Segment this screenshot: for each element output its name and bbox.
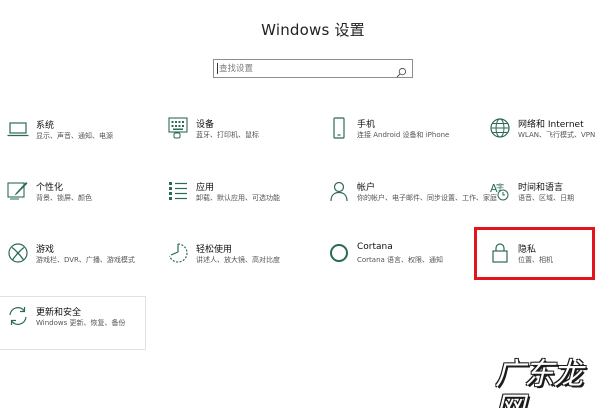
watermark: 广东龙网 — [495, 357, 583, 408]
tile-description: 你的帐户、电子邮件、同步设置、工作、家庭 — [357, 194, 497, 202]
text-caret — [217, 63, 218, 74]
tile-apps[interactable]: 应用 卸载、默认应用、可选功能 — [164, 180, 309, 230]
tile-network[interactable]: 网络和 Internet WLAN、飞行模式、VPN — [486, 117, 600, 167]
tile-title: 个性化 — [36, 183, 64, 193]
tile-description: 蓝牙、打印机、鼠标 — [196, 131, 259, 139]
tile-devices[interactable]: 设备 蓝牙、打印机、鼠标 — [164, 117, 309, 167]
tile-title: 更新和安全 — [36, 308, 82, 318]
tile-system[interactable]: 系统 显示、声音、通知、电源 — [4, 118, 149, 168]
search-placeholder: 查找设置 — [219, 64, 254, 74]
cortana-icon — [328, 242, 350, 264]
search-icon[interactable] — [396, 63, 407, 78]
page-title: Windows 设置 — [261, 21, 365, 39]
paintbrush-icon — [7, 180, 29, 202]
privacy-highlight-box — [474, 227, 595, 280]
time-language-icon: A字 — [489, 180, 511, 202]
xbox-icon — [7, 242, 29, 264]
tile-phone[interactable]: 手机 连接 Android 设备和 iPhone — [325, 117, 470, 167]
tile-personalization[interactable]: 个性化 背景、锁屏、颜色 — [4, 180, 149, 230]
tile-update-security[interactable]: 更新和安全 Windows 更新、恢复、备份 — [4, 305, 149, 355]
tile-title: 游戏 — [36, 245, 55, 255]
tile-description: WLAN、飞行模式、VPN — [518, 131, 596, 139]
tile-title: 轻松使用 — [196, 245, 233, 255]
tile-title: 手机 — [357, 120, 376, 130]
tile-title: 时间和语言 — [518, 183, 564, 193]
tile-ease-of-access[interactable]: 轻松使用 讲述人、放大镜、高对比度 — [164, 242, 309, 292]
tile-title: 系统 — [36, 121, 55, 131]
laptop-icon — [7, 118, 29, 140]
tile-description: 卸载、默认应用、可选功能 — [196, 194, 280, 202]
tile-title: 应用 — [196, 183, 215, 193]
tile-title: Cortana — [357, 242, 393, 252]
tile-gaming[interactable]: 游戏 游戏栏、DVR、广播、游戏模式 — [4, 242, 149, 292]
tile-time-language[interactable]: A字 时间和语言 语音、区域、日期 — [486, 180, 600, 230]
globe-icon — [489, 117, 511, 139]
phone-icon — [328, 117, 350, 139]
sync-icon — [7, 305, 29, 327]
ease-of-access-icon — [167, 242, 189, 264]
tile-title: 帐户 — [357, 183, 376, 193]
tile-title: 网络和 Internet — [518, 120, 584, 130]
tile-description: 连接 Android 设备和 iPhone — [357, 131, 450, 139]
tile-description: Windows 更新、恢复、备份 — [36, 319, 126, 327]
tile-description: Cortana 语言、权限、通知 — [357, 256, 444, 264]
tile-description: 背景、锁屏、颜色 — [36, 194, 92, 202]
tile-description: 语音、区域、日期 — [518, 194, 574, 202]
search-input[interactable]: 查找设置 — [213, 59, 413, 78]
apps-list-icon — [167, 180, 189, 202]
tile-cortana[interactable]: Cortana Cortana 语言、权限、通知 — [325, 242, 470, 292]
tile-title: 设备 — [196, 120, 215, 130]
tile-description: 讲述人、放大镜、高对比度 — [196, 256, 280, 264]
tile-description: 游戏栏、DVR、广播、游戏模式 — [36, 256, 135, 264]
keyboard-icon — [167, 117, 189, 139]
tile-accounts[interactable]: 帐户 你的帐户、电子邮件、同步设置、工作、家庭 — [325, 180, 497, 230]
tile-description: 显示、声音、通知、电源 — [36, 132, 113, 140]
person-icon — [328, 180, 350, 202]
